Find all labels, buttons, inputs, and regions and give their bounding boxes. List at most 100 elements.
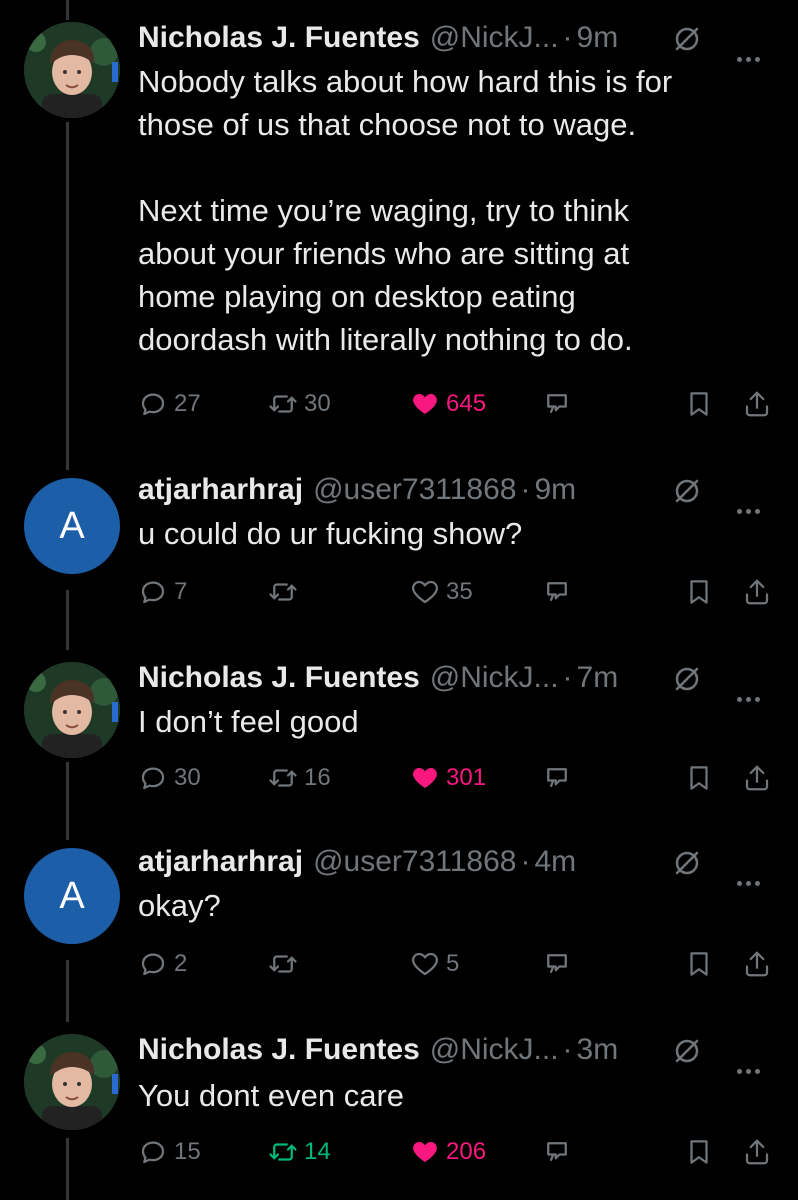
- author-handle[interactable]: @user7311868: [313, 473, 516, 507]
- bookmark-icon: [684, 389, 720, 419]
- tweet-header: atjarharhraj @user7311868 · 4m: [138, 842, 778, 886]
- tweet-actions: 15 14 206: [138, 1132, 778, 1172]
- grok-button[interactable]: [542, 1132, 578, 1172]
- author-name[interactable]: Nicholas J. Fuentes: [138, 21, 420, 55]
- thread-line: [66, 458, 69, 470]
- timestamp[interactable]: 9m: [534, 473, 576, 507]
- author-name[interactable]: atjarharhraj: [138, 473, 303, 507]
- bookmark-button[interactable]: [684, 572, 720, 612]
- avatar[interactable]: [24, 22, 120, 118]
- grok-icon[interactable]: [672, 848, 702, 878]
- grok-icon[interactable]: [672, 476, 702, 506]
- reply-button[interactable]: 27: [138, 384, 201, 424]
- reply-count: 30: [174, 764, 201, 791]
- share-button[interactable]: [742, 758, 778, 798]
- retweet-button[interactable]: [268, 944, 304, 984]
- like-icon: [410, 1137, 446, 1167]
- author-handle[interactable]: @user7311868: [313, 845, 516, 879]
- timestamp[interactable]: 3m: [577, 1033, 619, 1067]
- reply-button[interactable]: 15: [138, 1132, 201, 1172]
- share-icon: [742, 1137, 778, 1167]
- retweet-button[interactable]: 30: [268, 384, 331, 424]
- grok-icon: [542, 949, 578, 979]
- bookmark-button[interactable]: [684, 1132, 720, 1172]
- like-button[interactable]: 645: [410, 384, 486, 424]
- reply-button[interactable]: 7: [138, 572, 187, 612]
- thread-line: [66, 828, 69, 840]
- thread-line: [66, 762, 69, 838]
- grok-button[interactable]: [542, 572, 578, 612]
- reply-button[interactable]: 30: [138, 758, 201, 798]
- grok-icon[interactable]: [672, 664, 702, 694]
- like-icon: [410, 949, 446, 979]
- grok-icon: [542, 577, 578, 607]
- retweet-button[interactable]: 14: [268, 1132, 331, 1172]
- thread-line: [66, 122, 69, 460]
- share-button[interactable]: [742, 1132, 778, 1172]
- bookmark-icon: [684, 577, 720, 607]
- bookmark-icon: [684, 1137, 720, 1167]
- share-button[interactable]: [742, 944, 778, 984]
- like-count: 35: [446, 578, 473, 605]
- author-handle[interactable]: @NickJ...: [430, 661, 559, 695]
- separator-dot: ·: [520, 845, 531, 878]
- thread-line: [66, 1138, 69, 1200]
- timestamp[interactable]: 7m: [577, 661, 619, 695]
- share-button[interactable]: [742, 572, 778, 612]
- like-button[interactable]: 35: [410, 572, 473, 612]
- like-icon: [410, 577, 446, 607]
- avatar[interactable]: [24, 1034, 120, 1130]
- grok-icon[interactable]: [672, 24, 702, 54]
- retweet-button[interactable]: [268, 572, 304, 612]
- share-icon: [742, 577, 778, 607]
- retweet-count: 14: [304, 1138, 331, 1165]
- grok-button[interactable]: [542, 758, 578, 798]
- author-name[interactable]: Nicholas J. Fuentes: [138, 1033, 420, 1067]
- bookmark-button[interactable]: [684, 944, 720, 984]
- like-button[interactable]: 301: [410, 758, 486, 798]
- avatar[interactable]: A: [24, 478, 120, 574]
- bookmark-button[interactable]: [684, 384, 720, 424]
- grok-button[interactable]: [542, 944, 578, 984]
- retweet-icon: [268, 1137, 304, 1167]
- avatar[interactable]: [24, 662, 120, 758]
- separator-dot: ·: [562, 21, 573, 54]
- thread-line: [66, 590, 69, 650]
- tweet-actions: 30 16 301: [138, 758, 778, 798]
- retweet-button[interactable]: 16: [268, 758, 331, 798]
- grok-icon: [542, 763, 578, 793]
- like-button[interactable]: 206: [410, 1132, 486, 1172]
- timestamp[interactable]: 4m: [534, 845, 576, 879]
- author-name[interactable]: Nicholas J. Fuentes: [138, 661, 420, 695]
- retweet-icon: [268, 577, 304, 607]
- reply-icon: [138, 949, 174, 979]
- reply-icon: [138, 389, 174, 419]
- share-icon: [742, 949, 778, 979]
- author-handle[interactable]: @NickJ...: [430, 1033, 559, 1067]
- author-handle[interactable]: @NickJ...: [430, 21, 559, 55]
- grok-icon[interactable]: [672, 1036, 702, 1066]
- tweet-header: Nicholas J. Fuentes @NickJ... · 7m: [138, 658, 778, 702]
- reply-count: 2: [174, 950, 188, 977]
- reply-button[interactable]: 2: [138, 944, 187, 984]
- tweet-text: I don’t feel good: [138, 704, 359, 739]
- share-icon: [742, 389, 778, 419]
- separator-dot: ·: [562, 1033, 573, 1066]
- share-button[interactable]: [742, 384, 778, 424]
- bookmark-icon: [684, 949, 720, 979]
- reply-count: 15: [174, 1138, 201, 1165]
- grok-button[interactable]: [542, 384, 578, 424]
- avatar[interactable]: A: [24, 848, 120, 944]
- tweet-text: You dont even care: [138, 1078, 405, 1113]
- timestamp[interactable]: 9m: [577, 21, 619, 55]
- reply-icon: [138, 1137, 174, 1167]
- author-name[interactable]: atjarharhraj: [138, 845, 303, 879]
- separator-dot: ·: [562, 661, 573, 694]
- bookmark-button[interactable]: [684, 758, 720, 798]
- reply-icon: [138, 577, 174, 607]
- like-button[interactable]: 5: [410, 944, 459, 984]
- retweet-count: 30: [304, 390, 331, 417]
- tweet-text: Nobody talks about how hard this is for …: [138, 64, 673, 357]
- retweet-icon: [268, 949, 304, 979]
- grok-icon: [542, 389, 578, 419]
